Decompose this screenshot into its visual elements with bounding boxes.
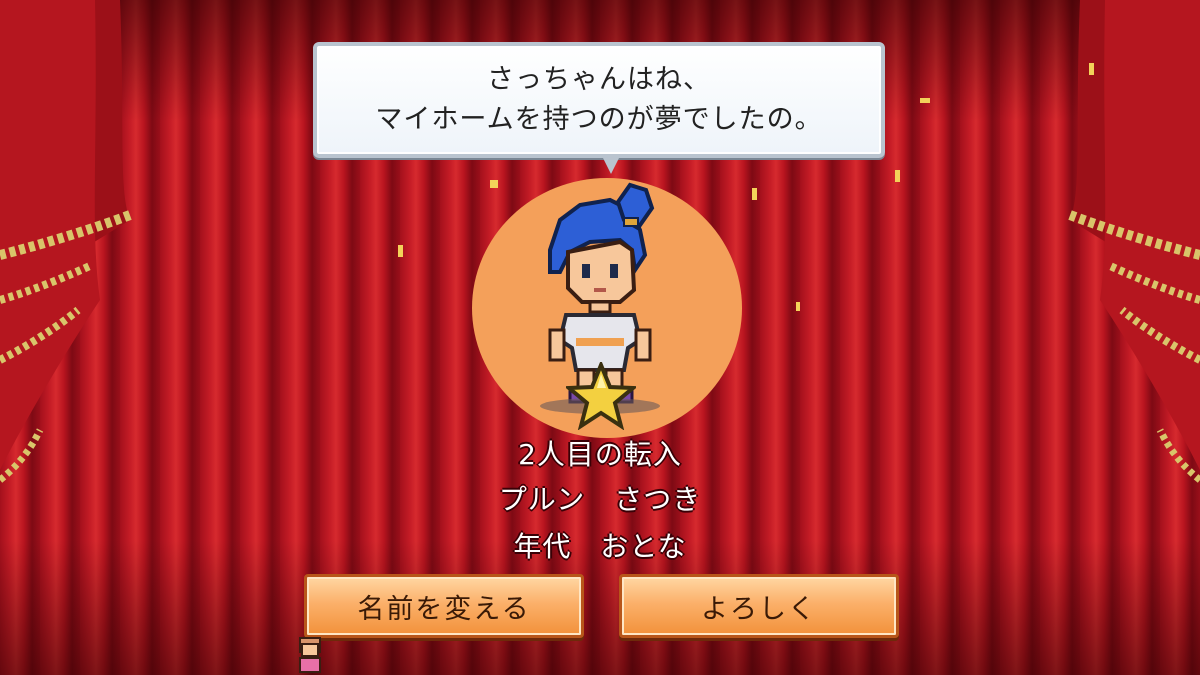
resident-name: プルン さつき (498, 483, 702, 516)
star-icon (566, 362, 636, 430)
confetti-piece (398, 245, 403, 257)
confetti-piece (490, 180, 498, 188)
speech-line-1: さっちゃんはね、 (487, 64, 711, 95)
confetti-piece (920, 98, 930, 103)
confetti-piece (1089, 63, 1094, 75)
left-curtain (0, 0, 150, 675)
rename-button-label: 名前を変える (357, 593, 531, 625)
rename-button[interactable]: 名前を変える (304, 574, 584, 638)
resident-arrival-count: 2人目の転入 (518, 438, 682, 471)
speech-line-2: マイホームを持つのが夢でしたの。 (375, 104, 823, 135)
speech-bubble-tail (602, 156, 620, 174)
confetti-piece (752, 188, 757, 200)
mini-resident-sprite (299, 637, 321, 673)
confirm-button[interactable]: よろしく (619, 574, 899, 638)
resident-age: 年代 おとな (513, 530, 687, 563)
right-curtain (1050, 0, 1200, 675)
speech-bubble: さっちゃんはね、 マイホームを持つのが夢でしたの。 (313, 42, 885, 158)
confetti-piece (895, 170, 900, 182)
confirm-button-label: よろしく (701, 593, 817, 625)
confetti-piece (796, 302, 800, 311)
